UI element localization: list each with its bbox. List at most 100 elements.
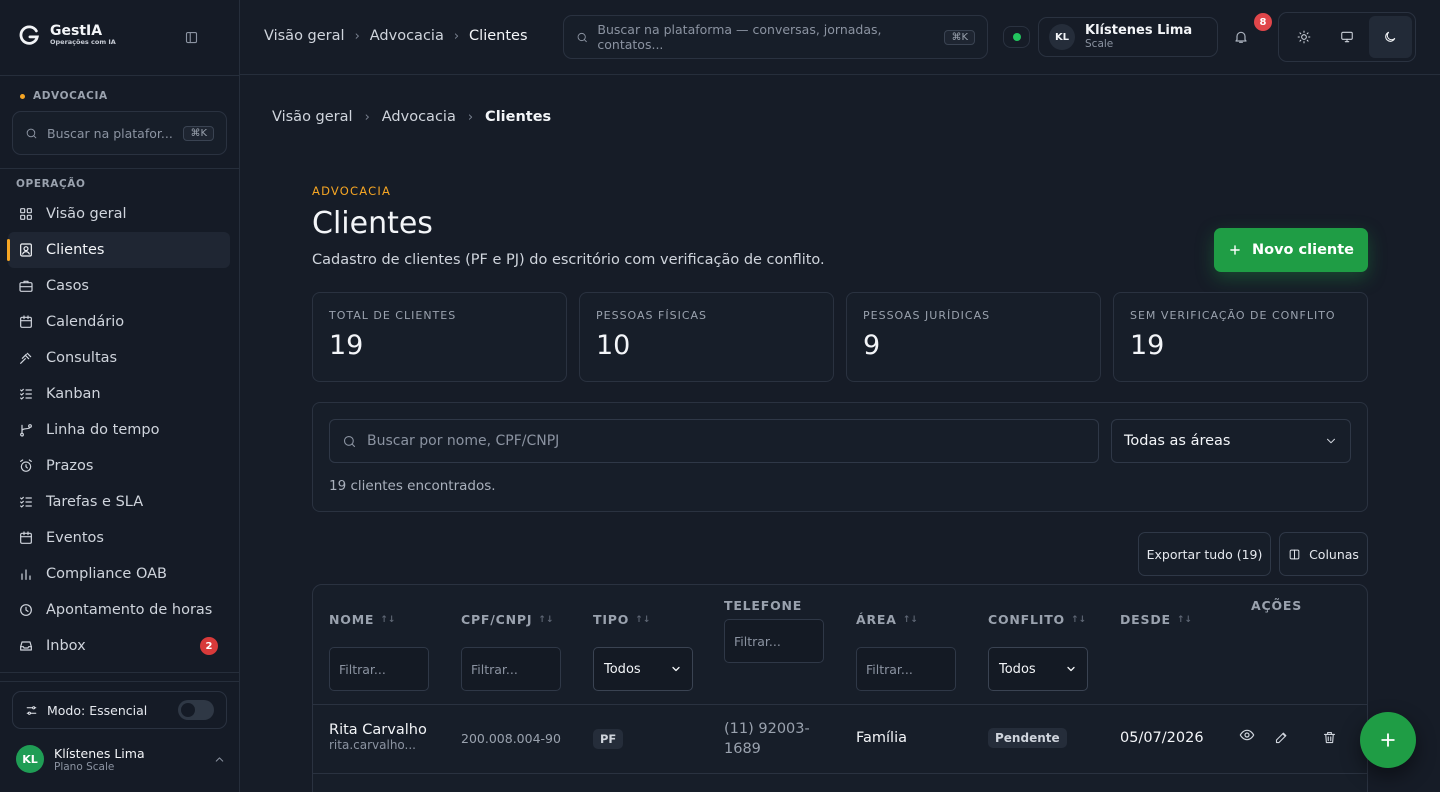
sidebar-search[interactable]: Buscar na platafor... ⌘K [12,111,227,155]
dark-theme-button[interactable] [1368,16,1412,58]
column-header-cpf-cnpj[interactable]: CPF/CNPJ ↑↓ [461,612,553,627]
user-menu[interactable]: KL Klístenes Lima Scale [1038,17,1218,57]
column-header-conflito[interactable]: CONFLITO ↑↓ [988,612,1086,627]
telefone-filter-input[interactable]: Filtrar... [724,619,824,663]
phone-line: (11) 92003- [724,721,810,737]
sidebar-item-visao-geral[interactable]: Visão geral [8,196,230,232]
breadcrumb-link[interactable]: Visão geral [272,109,353,125]
global-search-placeholder: Buscar na plataforma — conversas, jornad… [597,22,882,52]
area-select[interactable]: Todas as áreas [1111,419,1351,463]
breadcrumb-separator: › [467,109,474,125]
collapse-sidebar-icon[interactable] [184,30,199,45]
sidebar-item-inbox[interactable]: Inbox 2 [8,628,230,664]
notification-badge: 8 [1254,13,1272,31]
columns-label: Colunas [1309,546,1359,562]
client-search-input[interactable]: Buscar por nome, CPF/CNPJ [329,419,1099,463]
sidebar-item-label: Eventos [46,530,104,546]
breadcrumb-link[interactable]: Advocacia [370,28,444,44]
chevron-up-icon [215,756,224,762]
export-button[interactable]: Exportar tudo (19) [1138,532,1271,576]
sidebar-item-compliance-oab[interactable]: Compliance OAB [8,556,230,592]
page-breadcrumb: Visão geral › Advocacia › Clientes [272,109,551,125]
sort-icon: ↑↓ [1070,614,1087,625]
mode-toggle[interactable] [178,700,214,720]
column-header-tipo[interactable]: TIPO ↑↓ [593,612,650,627]
divider [313,704,1367,705]
breadcrumb-link[interactable]: Visão geral [264,28,345,44]
divider [0,681,240,682]
nome-filter-input[interactable]: Filtrar... [329,647,429,691]
column-header-nome[interactable]: NOME ↑↓ [329,612,395,627]
conflito-filter-select[interactable]: Todos [988,647,1088,691]
filter-placeholder: Filtrar... [866,661,913,677]
tipo-filter-select[interactable]: Todos [593,647,693,691]
sidebar-item-apontamento-horas[interactable]: Apontamento de horas [8,592,230,628]
breadcrumb-current: Clientes [469,28,528,44]
chevron-down-icon [672,666,680,672]
sidebar-item-kanban[interactable]: Kanban [8,376,230,412]
sidebar-item-label: Tarefas e SLA [46,494,144,510]
sidebar-item-label: Linha do tempo [46,422,160,438]
topbar: Visão geral › Advocacia › Clientes Busca… [240,0,1440,75]
chevron-down-icon [1326,438,1336,444]
column-header-desde[interactable]: DESDE ↑↓ [1120,612,1192,627]
page-title: Clientes [312,206,433,241]
column-title: TIPO [593,612,630,627]
area-select-value: Todas as áreas [1124,433,1231,449]
new-client-label: Novo cliente [1251,242,1355,258]
area-filter-input[interactable]: Filtrar... [856,647,956,691]
sidebar-item-prazos[interactable]: Prazos [8,448,230,484]
floating-add-button[interactable] [1360,712,1416,768]
mode-label: Modo: Essencial [47,702,148,718]
sidebar-item-label: Consultas [46,350,118,366]
brand[interactable]: GestIA Operações com IA [18,24,116,47]
column-title: AÇÕES [1251,598,1303,613]
breadcrumb-link[interactable]: Advocacia [382,109,456,125]
breadcrumb-separator: › [354,28,360,44]
column-header-telefone[interactable]: TELEFONE [724,598,802,613]
sidebar-item-calendario[interactable]: Calendário [8,304,230,340]
edit-icon[interactable] [1274,730,1289,745]
mode-toggle-row[interactable]: Modo: Essencial [12,691,227,729]
sidebar-item-tarefas-sla[interactable]: Tarefas e SLA [8,484,230,520]
sidebar-item-clientes[interactable]: Clientes [7,232,230,268]
sidebar-item-eventos[interactable]: Eventos [8,520,230,556]
sidebar-item-linha-do-tempo[interactable]: Linha do tempo [8,412,230,448]
eye-icon[interactable] [1239,727,1255,743]
sun-icon [1297,30,1311,44]
briefcase-icon [19,280,33,292]
stat-value: 10 [596,330,631,361]
sidebar-item-consultas[interactable]: Consultas [8,340,230,376]
sidebar-item-label: Prazos [46,458,94,474]
bell-icon[interactable] [1233,29,1249,45]
online-status[interactable] [1003,26,1030,48]
sidebar-item-label: Apontamento de horas [46,602,213,618]
page-eyebrow: ADVOCACIA [312,184,392,198]
sidebar-search-placeholder: Buscar na platafor... [47,125,173,141]
theme-switcher [1278,12,1416,62]
sidebar-item-label: Compliance OAB [46,566,167,582]
gavel-icon [20,352,32,364]
columns-button[interactable]: Colunas [1279,532,1368,576]
global-search[interactable]: Buscar na plataforma — conversas, jornad… [563,15,988,59]
client-name[interactable]: Rita Carvalho [329,722,427,738]
stat-label: SEM VERIFICAÇÃO DE CONFLITO [1130,309,1336,322]
cpf-filter-input[interactable]: Filtrar... [461,647,561,691]
avatar: KL [1049,24,1075,50]
system-theme-button[interactable] [1325,16,1368,58]
light-theme-button[interactable] [1282,16,1325,58]
sidebar-item-casos[interactable]: Casos [8,268,230,304]
grid-icon [20,208,32,220]
breadcrumb: Visão geral › Advocacia › Clientes [264,28,528,44]
trash-icon[interactable] [1322,730,1337,745]
chevron-down-icon [1067,666,1075,672]
divider [0,75,240,76]
column-header-area[interactable]: ÁREA ↑↓ [856,612,918,627]
sidebar-user-menu[interactable]: KL Klístenes Lima Plano Scale [16,745,226,773]
new-client-button[interactable]: Novo cliente [1214,228,1368,272]
stat-value: 19 [329,330,364,361]
clients-table: NOME ↑↓ CPF/CNPJ ↑↓ TIPO ↑↓ TELEFONE ÁREA ↑↓… [312,584,1368,792]
select-value: Todos [604,661,641,677]
stat-card: PESSOAS FÍSICAS 10 [579,292,834,382]
gestia-logo-icon [19,25,39,45]
